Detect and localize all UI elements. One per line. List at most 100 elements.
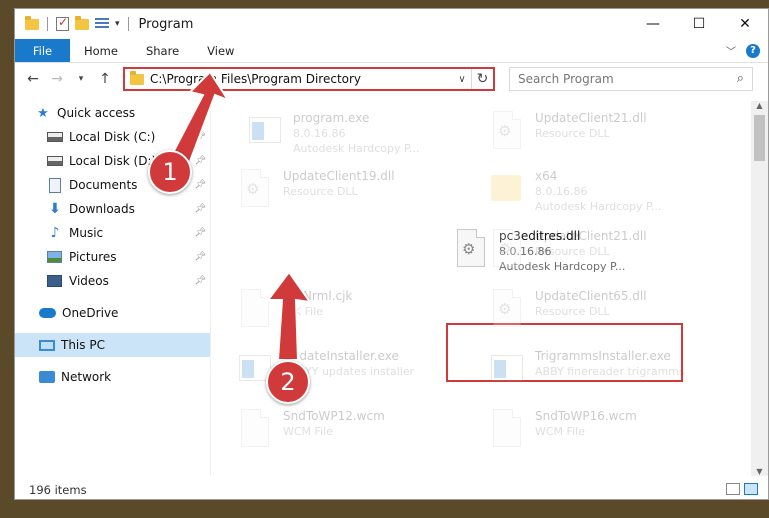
back-arrow-icon[interactable]: ← <box>21 71 45 87</box>
chevron-down-icon[interactable]: ▾ <box>115 19 120 29</box>
refresh-icon[interactable]: ↻ <box>471 69 493 89</box>
file-name: UpdateClient21.dll <box>535 111 647 125</box>
item-count: 196 items <box>29 483 87 497</box>
file-item[interactable]: TrigrammsInstaller.exe ABBY finereader t… <box>487 347 717 403</box>
sidebar-item-label: Local Disk (C:) <box>69 130 156 144</box>
new-folder-icon[interactable] <box>75 15 89 30</box>
sidebar-item-network[interactable]: Network <box>15 365 210 389</box>
file-icon <box>487 407 523 451</box>
sidebar-item-local-disk-c[interactable]: Local Disk (C:) 📌︎ <box>15 125 210 149</box>
file-name: UpdateClient21.dll <box>535 229 647 243</box>
download-icon: ⬇ <box>49 201 61 217</box>
cloud-icon <box>39 308 56 318</box>
scroll-up-icon[interactable]: ▲ <box>751 101 768 110</box>
file-icon <box>235 287 271 331</box>
sidebar-item-pictures[interactable]: Pictures 📌︎ <box>15 245 210 269</box>
tab-file[interactable]: File <box>15 39 70 62</box>
exe-file-icon <box>487 347 523 391</box>
close-button[interactable]: ✕ <box>722 9 768 39</box>
expand-ribbon-icon[interactable]: ﹀ <box>726 43 736 58</box>
maximize-button[interactable]: ☐ <box>676 9 722 39</box>
pin-icon[interactable]: 📌︎ <box>195 132 206 142</box>
sidebar-item-label: This PC <box>61 338 105 352</box>
title-bar: ▾ Program — ☐ ✕ <box>15 9 768 39</box>
up-arrow-icon[interactable]: ↑ <box>93 71 117 87</box>
step-2-badge: 2 <box>266 360 310 404</box>
sidebar-item-videos[interactable]: Videos 📌︎ <box>15 269 210 293</box>
quick-access-toolbar: ▾ <box>15 15 131 31</box>
window-title: Program <box>138 16 194 32</box>
pin-icon[interactable]: 📌︎ <box>195 204 206 214</box>
file-detail: Resource DLL <box>535 127 610 140</box>
folder-icon[interactable] <box>25 15 39 30</box>
file-item[interactable]: program.exe 8.0.16.86 Autodesk Hardcopy … <box>245 109 475 165</box>
recent-locations-chevron-icon[interactable]: ▾ <box>69 74 93 84</box>
file-name: UpdateClient65.dll <box>535 289 647 303</box>
pin-icon[interactable]: 📌︎ <box>195 252 206 262</box>
dll-file-icon: ⚙ <box>487 227 523 271</box>
file-name: SndToWP12.wcm <box>283 409 385 423</box>
search-input[interactable]: Search Program ⌕ <box>509 67 753 91</box>
sidebar-item-label: OneDrive <box>62 306 119 320</box>
chevron-down-icon[interactable]: ∨ <box>453 74 471 85</box>
sidebar-item-quick-access[interactable]: ★ Quick access <box>15 101 210 125</box>
properties-check-icon[interactable] <box>56 15 69 31</box>
pin-icon[interactable]: 📌︎ <box>195 180 206 190</box>
file-name: SntNrml.cjk <box>283 289 353 303</box>
address-bar[interactable]: C:\Program Files\Program Directory ∨ ↻ <box>123 67 495 91</box>
file-item[interactable]: ⚙ UpdateClient65.dll Resource DLL <box>487 287 717 343</box>
sidebar-item-label: Music <box>69 226 104 240</box>
file-detail: WCM File <box>283 425 333 438</box>
tab-view[interactable]: View <box>193 39 248 62</box>
sidebar-item-downloads[interactable]: ⬇ Downloads 📌︎ <box>15 197 210 221</box>
disk-icon <box>47 132 63 142</box>
file-item[interactable]: SndToWP16.wcm WCM File <box>487 407 717 463</box>
dll-file-icon: ⚙ <box>487 109 523 153</box>
file-item[interactable]: SntNrml.cjk CJK File <box>235 287 465 343</box>
file-icon <box>235 407 271 451</box>
file-detail: Resource DLL <box>535 305 610 318</box>
file-item[interactable]: ⚙ UpdateClient21.dll Resource DLL <box>487 227 717 283</box>
vertical-scrollbar[interactable]: ▲ ▼ <box>751 101 768 476</box>
details-view-icon[interactable] <box>726 483 740 495</box>
music-icon: ♪ <box>50 225 60 241</box>
file-name: UpdateInstaller.exe <box>283 349 399 363</box>
ribbon-tabs: File Home Share View ﹀ ? <box>15 39 768 63</box>
file-detail: WCM File <box>535 425 585 438</box>
forward-arrow-icon[interactable]: → <box>45 71 69 87</box>
search-placeholder: Search Program <box>518 72 614 86</box>
step-1-badge: 1 <box>148 150 192 194</box>
search-icon[interactable]: ⌕ <box>737 71 744 86</box>
dll-file-icon: ⚙ <box>235 167 271 211</box>
pin-icon[interactable]: 📌︎ <box>195 228 206 238</box>
sidebar-item-label: Downloads <box>69 202 135 216</box>
file-item[interactable]: ⚙ UpdateClient21.dll Resource DLL <box>487 109 717 165</box>
help-icon[interactable]: ? <box>746 43 760 58</box>
customize-toolbar-icon[interactable] <box>95 17 109 31</box>
scroll-down-icon[interactable]: ▼ <box>751 467 768 476</box>
sidebar-item-onedrive[interactable]: OneDrive <box>15 301 210 325</box>
file-name: program.exe <box>293 111 370 125</box>
tab-home[interactable]: Home <box>70 39 132 62</box>
sidebar-item-this-pc[interactable]: This PC <box>15 333 210 357</box>
pin-icon[interactable]: 📌︎ <box>195 276 206 286</box>
pc-icon <box>39 339 55 351</box>
dll-file-icon: ⚙ <box>451 227 487 271</box>
file-name: SndToWP16.wcm <box>535 409 637 423</box>
file-item[interactable]: SndToWP12.wcm WCM File <box>235 407 465 463</box>
pin-icon[interactable]: 📌︎ <box>195 156 206 166</box>
tab-share[interactable]: Share <box>132 39 193 62</box>
file-detail: Resource DLL <box>283 185 358 198</box>
address-path[interactable]: C:\Program Files\Program Directory <box>150 72 453 86</box>
sidebar-item-music[interactable]: ♪ Music 📌︎ <box>15 221 210 245</box>
file-name: UpdateClient19.dll <box>283 169 395 183</box>
file-detail: CJK File <box>283 305 324 318</box>
documents-icon <box>49 177 61 193</box>
minimize-button[interactable]: — <box>630 9 676 39</box>
file-detail: Autodesk Hardcopy P... <box>535 200 662 213</box>
file-item[interactable]: x64 8.0.16.86 Autodesk Hardcopy P... <box>487 167 717 223</box>
large-icons-view-icon[interactable] <box>744 483 758 495</box>
file-item[interactable]: ⚙ UpdateClient19.dll Resource DLL <box>235 167 465 223</box>
scrollbar-thumb[interactable] <box>754 115 765 161</box>
file-detail: Autodesk Hardcopy P... <box>293 142 420 155</box>
